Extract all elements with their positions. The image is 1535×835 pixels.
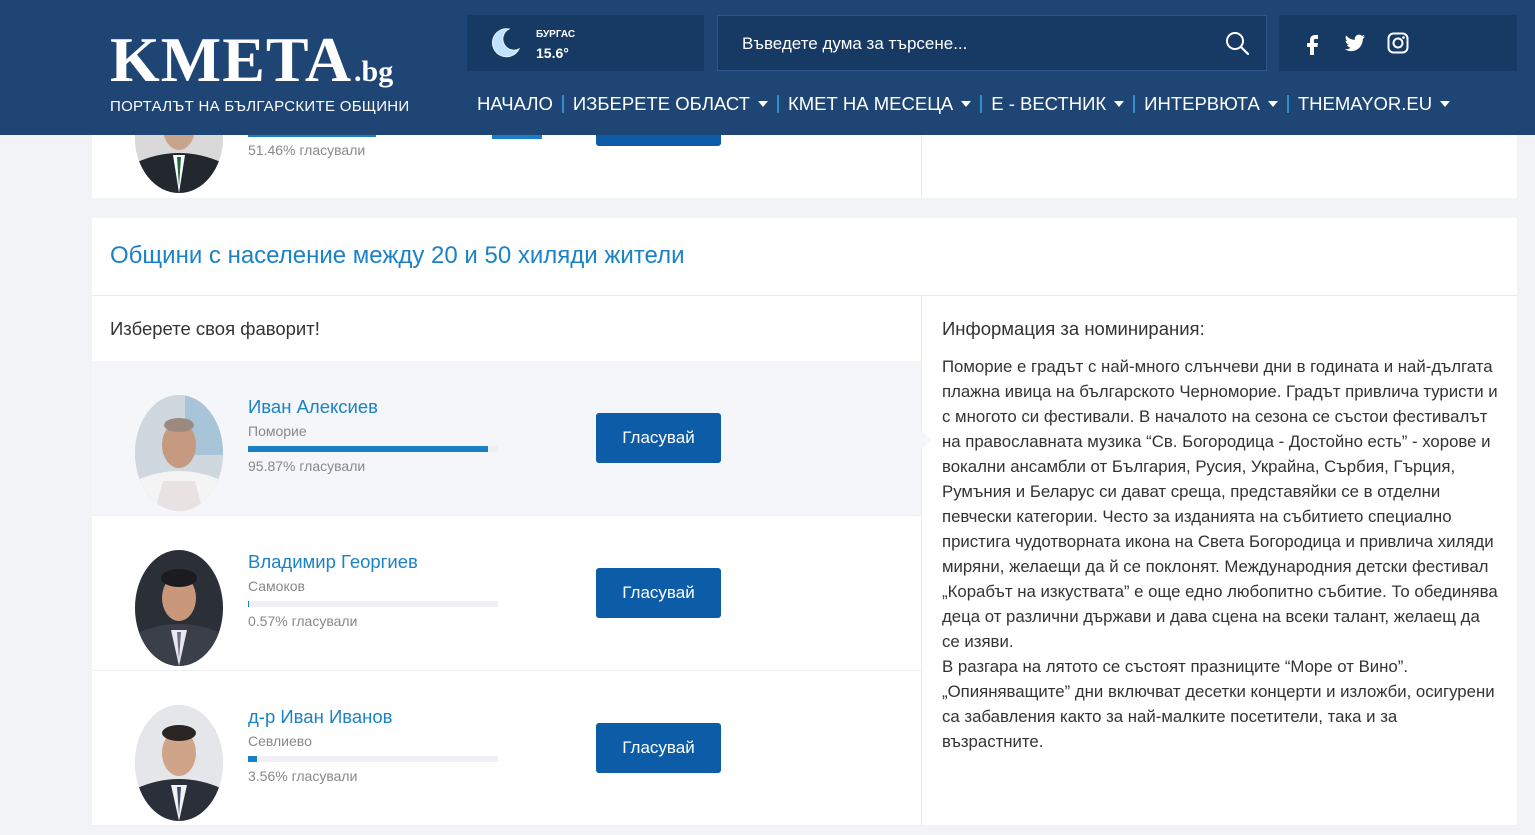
candidate-list: Иван Алексиев Поморие 95.87% гласували Г… [92,361,921,826]
main-nav: НАЧАЛО ИЗБЕРЕТЕ ОБЛАСТ КМЕТ НА МЕСЕЦА Е … [470,90,1457,118]
column-divider [921,135,922,198]
choose-favorite-label: Изберете своя фаворит! [110,318,320,339]
avatar [135,705,223,821]
nav-label: НАЧАЛО [477,93,553,114]
section-title: Общини с население между 20 и 50 хиляди … [110,242,685,269]
progress-stub [492,135,542,139]
nav-separator [1133,95,1136,113]
moon-icon [491,28,521,58]
candidate-town: Самоков [248,578,305,594]
vote-percent: 95.87% гласували [248,458,366,474]
info-text: Поморие е градът с най-много слънчеви дн… [942,357,1498,751]
search-icon[interactable] [1224,30,1250,56]
nav-interviews[interactable]: ИНТЕРВЮТА [1137,93,1285,115]
vote-progress-fill [248,756,257,762]
chevron-down-icon [1267,101,1278,107]
logo-tagline: ПОРТАЛЪТ НА БЪЛГАРСКИТЕ ОБЩИНИ [110,98,410,115]
search-input[interactable] [742,30,1212,58]
nav-e-newspaper[interactable]: Е - ВЕСТНИК [984,93,1131,115]
site-logo[interactable]: KMETA.bg ПОРТАЛЪТ НА БЪЛГАРСКИТЕ ОБЩИНИ [110,24,410,116]
divider [92,295,1517,296]
candidate-name[interactable]: д-р Иван Иванов [248,706,393,728]
nav-themayor[interactable]: THEMAYOR.EU [1291,93,1457,115]
site-header: KMETA.bg ПОРТАЛЪТ НА БЪЛГАРСКИТЕ ОБЩИНИ … [0,0,1535,135]
nomination-card: Общини с население между 20 и 50 хиляди … [92,218,1517,826]
chevron-down-icon [1440,101,1451,107]
chevron-down-icon [757,101,768,107]
weather-widget: БУРГАС 15.6° [467,15,704,71]
candidate-name[interactable]: Владимир Георгиев [248,551,418,573]
candidate-town: Севлиево [248,733,312,749]
instagram-icon[interactable] [1386,31,1410,55]
chevron-down-icon [961,101,972,107]
candidate-row[interactable]: Иван Алексиев Поморие 95.87% гласували Г… [92,361,921,516]
candidate-row[interactable]: д-р Иван Иванов Севлиево 3.56% гласували… [92,671,921,826]
previous-section-card: 51.46% гласували [92,83,1517,198]
nav-label: ИНТЕРВЮТА [1144,93,1260,114]
nav-choose-region[interactable]: ИЗБЕРЕТЕ ОБЛАСТ [566,93,775,115]
social-links [1279,15,1517,71]
candidate-photo [135,395,223,511]
vote-progress-fill [248,446,488,452]
nav-label: Е - ВЕСТНИК [991,93,1107,114]
nav-separator [1286,95,1289,113]
weather-city: БУРГАС [536,29,576,40]
nav-label: THEMAYOR.EU [1297,93,1433,114]
vote-button[interactable]: Гласувай [596,413,721,463]
vote-percent: 0.57% гласували [248,613,358,629]
vote-percent: 3.56% гласували [248,768,358,784]
weather-temp: 15.6° [536,45,569,61]
candidate-photo [135,705,223,821]
vote-button[interactable]: Гласувай [596,723,721,773]
vote-progress-bar [248,446,498,452]
candidate-town: Поморие [248,423,307,439]
column-divider [921,295,922,825]
candidate-photo [135,550,223,666]
nav-label: КМЕТ НА МЕСЕЦА [787,93,954,114]
logo-main: KMETA [110,24,353,95]
logo-tld: .bg [354,55,394,88]
candidate-row[interactable]: Владимир Георгиев Самоков 0.57% гласувал… [92,516,921,671]
facebook-icon[interactable] [1301,31,1325,55]
chevron-down-icon [1114,101,1125,107]
twitter-icon[interactable] [1343,31,1367,55]
candidate-name[interactable]: Иван Алексиев [248,396,378,418]
vote-button[interactable]: Гласувай [596,568,721,618]
nav-mayor-of-month[interactable]: КМЕТ НА МЕСЕЦА [781,93,978,115]
nav-home[interactable]: НАЧАЛО [470,93,560,115]
vote-button[interactable] [596,135,721,146]
info-title: Информация за номинирания: [942,318,1205,339]
nav-separator [776,95,779,113]
avatar [135,550,223,666]
search-box [717,15,1267,71]
active-pointer-arrow [921,430,931,450]
nav-separator [561,95,564,113]
vote-progress-bar [248,756,498,762]
nav-label: ИЗБЕРЕТЕ ОБЛАСТ [572,93,750,114]
vote-progress-bar [248,601,498,607]
avatar [135,395,223,511]
vote-progress-fill [248,601,250,607]
vote-percent: 51.46% гласували [248,142,366,158]
nav-separator [980,95,983,113]
